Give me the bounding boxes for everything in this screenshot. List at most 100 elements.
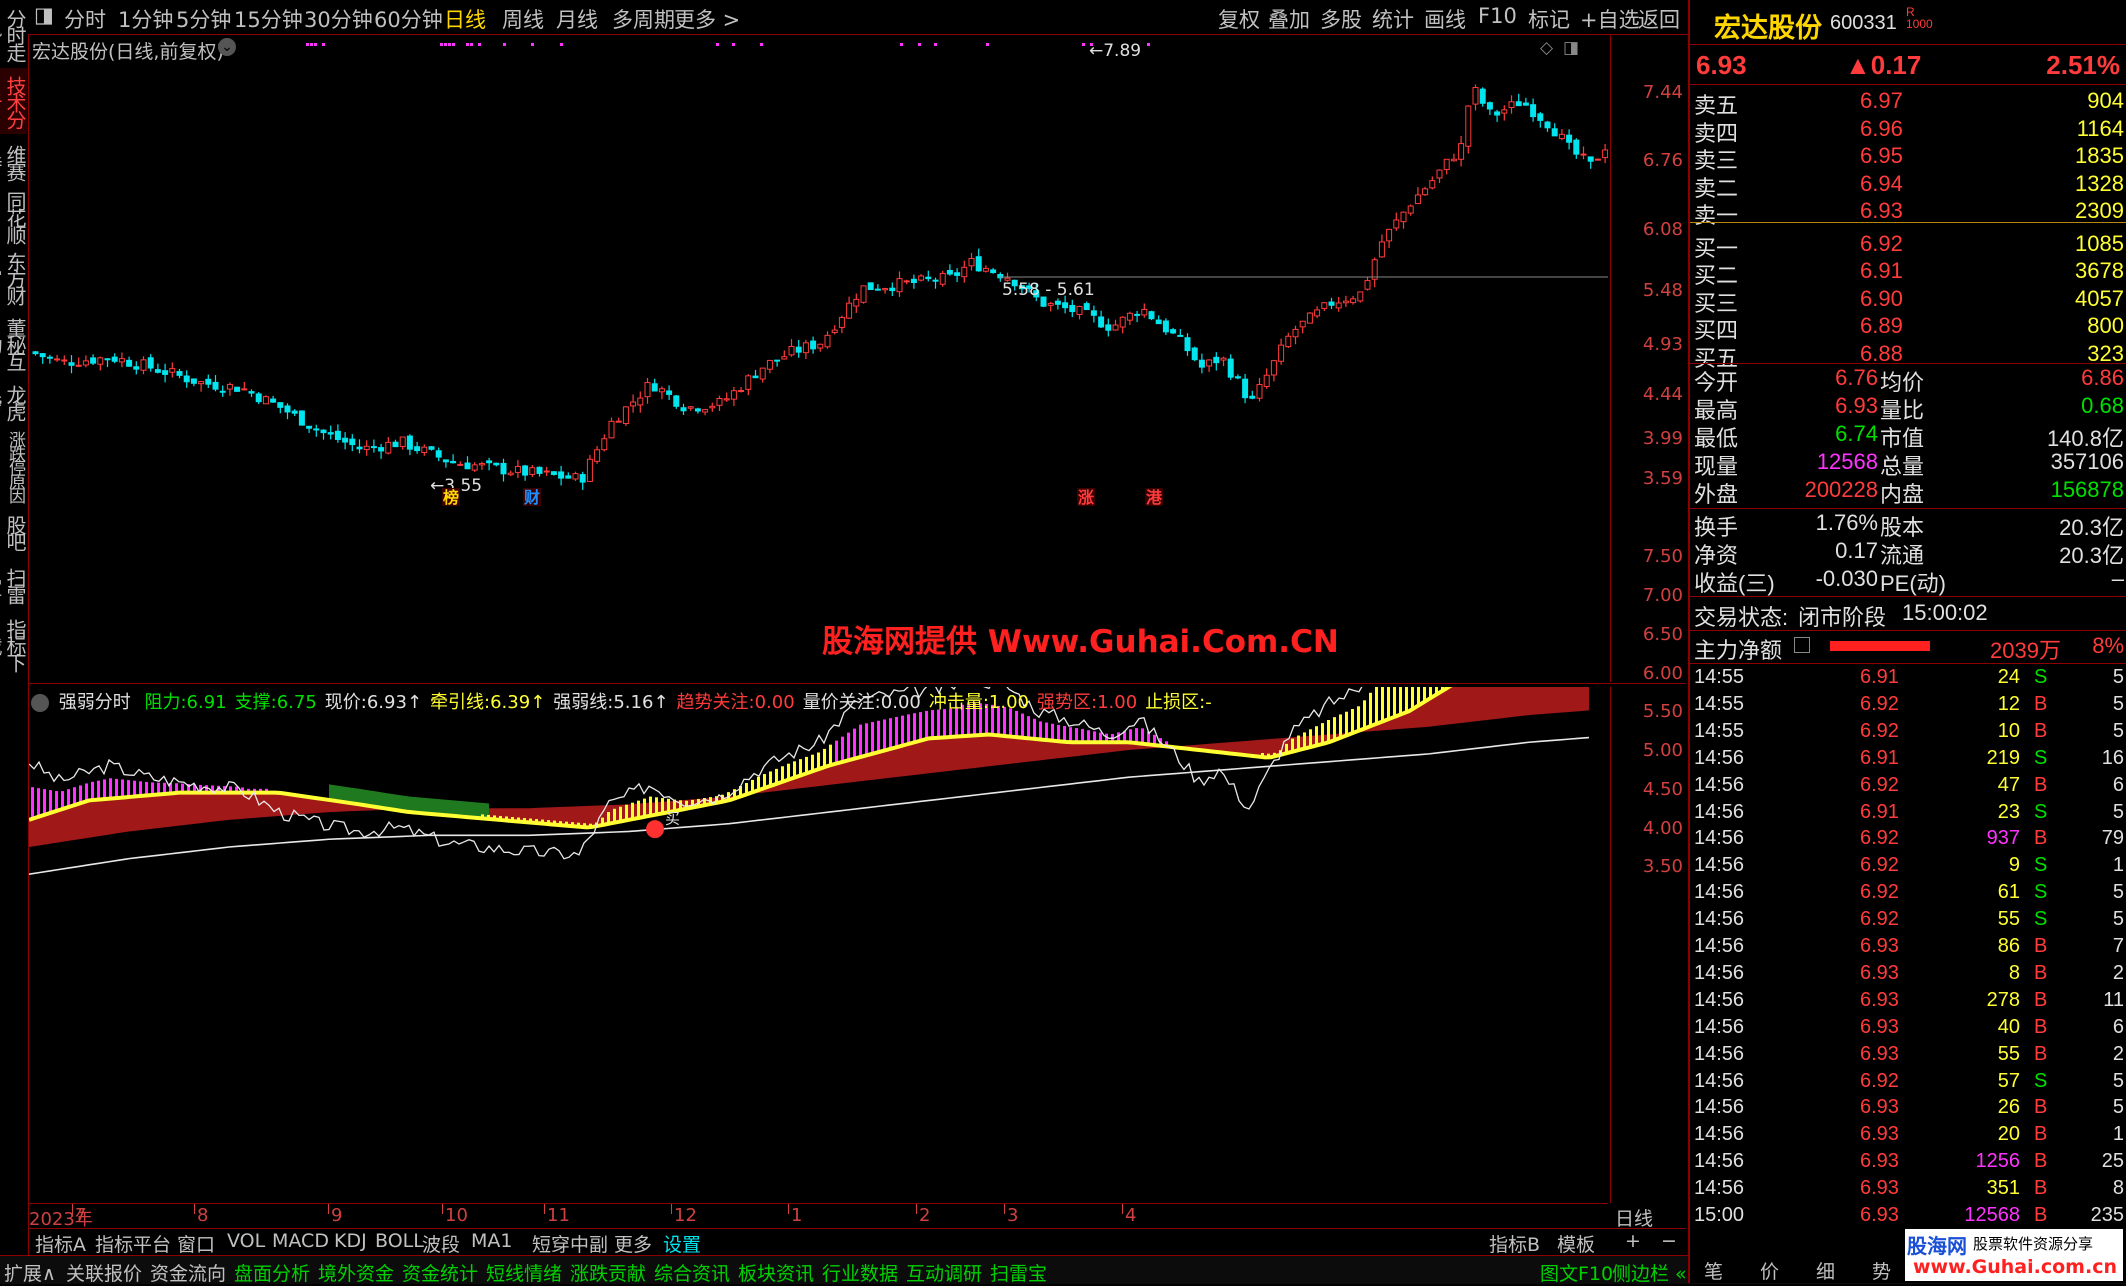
left-tab-7[interactable]: 涨跌停原因 [0, 430, 27, 502]
indicator-right-tab-0[interactable]: 指标B [1489, 1230, 1540, 1257]
period-tab-6[interactable]: 日线 [444, 4, 486, 34]
ext-tab-1[interactable]: 关联报价 [66, 1259, 142, 1286]
ext-tab-12[interactable]: 扫雷宝 [990, 1259, 1047, 1286]
window-menu-icon[interactable]: ◨ [34, 3, 54, 27]
candle [226, 382, 233, 396]
period-tab-1[interactable]: 1分钟 [118, 4, 173, 34]
ext-right-tab-0[interactable]: 图文F10 [1540, 1259, 1613, 1286]
left-tab-6[interactable]: 龙虎榜 [0, 378, 27, 426]
current-price: 6.93 [1696, 50, 1747, 80]
ext-tab-6[interactable]: 短线情绪 [486, 1259, 562, 1286]
stat-row: 今开 6.76 均价 6.86 [1690, 365, 2126, 395]
bid-row[interactable]: 买一 6.92 1085 [1690, 231, 2126, 261]
toolbar-action-2[interactable]: 多股 [1320, 4, 1362, 34]
indicator-tab-4[interactable]: MACD [272, 1230, 329, 1252]
diamond-icon[interactable]: ◇ [1540, 38, 1553, 58]
ask-row[interactable]: 卖四 6.96 1164 [1690, 116, 2126, 146]
period-tab-3[interactable]: 15分钟 [234, 4, 303, 34]
stock-name: 宏达股份 [1714, 13, 1822, 43]
indicator-options-icon[interactable] [31, 694, 49, 712]
indicator-right-tab-3[interactable]: − [1661, 1230, 1677, 1252]
candle [565, 472, 572, 479]
indicator-right-tab-1[interactable]: 模板 [1557, 1230, 1595, 1257]
bid-row[interactable]: 买四 6.89 800 [1690, 313, 2126, 343]
ext-tab-5[interactable]: 资金统计 [402, 1259, 478, 1286]
ask-row[interactable]: 卖三 6.95 1835 [1690, 143, 2126, 173]
left-tab-8[interactable]: 股吧 [0, 508, 27, 556]
indicator-tab-7[interactable]: 波段 [422, 1230, 460, 1257]
quote-tab-2[interactable]: 细 [1816, 1257, 1835, 1284]
ext-tab-9[interactable]: 板块资讯 [738, 1259, 814, 1286]
ext-right-tab-1[interactable]: 侧边栏 « [1612, 1259, 1687, 1286]
indicator-tab-9[interactable]: 短穿中副 [532, 1230, 608, 1257]
left-tab-5[interactable]: 董秘互动 [0, 312, 27, 374]
toolbar-action-8[interactable]: 返回 [1638, 4, 1680, 34]
indicator-tab-6[interactable]: BOLL [375, 1230, 424, 1252]
period-tab-9[interactable]: 多周期 [612, 4, 675, 34]
ext-tab-0[interactable]: 扩展∧ [4, 1259, 56, 1286]
period-tab-8[interactable]: 月线 [556, 4, 598, 34]
indicator-tab-10[interactable]: 更多 [614, 1230, 652, 1257]
indicator-tab-2[interactable]: 窗口 [177, 1230, 215, 1257]
indicator-tab-3[interactable]: VOL [227, 1230, 265, 1252]
period-tab-10[interactable]: 更多 > [674, 4, 740, 34]
period-tab-0[interactable]: 分时 [64, 4, 106, 34]
strength-bar [121, 779, 124, 798]
candle [1378, 234, 1385, 258]
left-tab-4[interactable]: 东方财富 [0, 245, 27, 309]
main-kline-chart[interactable]: ←7.89 ←3.55 5.58 - 5.61 榜财涨港 [29, 35, 1609, 682]
tick-row: 14:56 6.93 351 B 8 [1690, 1177, 2126, 1203]
toolbar-action-5[interactable]: F10 [1478, 4, 1517, 28]
period-tab-7[interactable]: 周线 [502, 4, 544, 34]
toolbar-action-4[interactable]: 画线 [1424, 4, 1466, 34]
bid-row[interactable]: 买二 6.91 3678 [1690, 258, 2126, 288]
candle [630, 394, 637, 413]
toolbar-action-1[interactable]: 叠加 [1268, 4, 1310, 34]
bid-row[interactable]: 买三 6.90 4057 [1690, 286, 2126, 316]
indicator-header: 强弱分时 阻力:6.91 支撑:6.75 现价:6.93↑ 牵引线:6.39↑ 强弱线:… [31, 688, 1601, 714]
quote-tab-3[interactable]: 势 [1872, 1257, 1891, 1284]
panel-toggle-icon[interactable]: ◨ [1563, 38, 1579, 58]
left-tab-2[interactable]: 维赛特 [0, 138, 27, 186]
toolbar-action-7[interactable]: +自选 [1580, 4, 1640, 34]
quote-tab-0[interactable]: 笔 [1704, 1257, 1723, 1284]
ext-tab-8[interactable]: 综合资讯 [654, 1259, 730, 1286]
indicator-tab-0[interactable]: 指标A [35, 1230, 86, 1257]
ext-tab-10[interactable]: 行业数据 [822, 1259, 898, 1286]
indicator-param-value: 1.00 [988, 692, 1029, 713]
ask-row[interactable]: 卖五 6.97 904 [1690, 88, 2126, 118]
indicator-tab-8[interactable]: MA1 [471, 1230, 512, 1252]
indicator-tab-5[interactable]: KDJ [334, 1230, 367, 1252]
indicator-tab-11[interactable]: 设置 [663, 1230, 701, 1257]
left-tab-0[interactable]: 分时走势 [0, 4, 27, 64]
period-tab-4[interactable]: 30分钟 [304, 4, 373, 34]
period-tab-2[interactable]: 5分钟 [176, 4, 231, 34]
indicator-right-tab-2[interactable]: + [1625, 1230, 1641, 1252]
left-tab-9[interactable]: 扫雷宝 [0, 560, 27, 610]
tick-price: 6.91 [1860, 746, 1899, 769]
ext-tab-2[interactable]: 资金流向 [150, 1259, 226, 1286]
indicator-param-label: 现价: [324, 692, 367, 713]
left-tab-1[interactable]: 技术分析 [0, 68, 27, 134]
toolbar-action-0[interactable]: 复权 [1218, 4, 1260, 34]
ext-tab-4[interactable]: 境外资金 [318, 1259, 394, 1286]
tick-volume: 1256 [1975, 1150, 2021, 1173]
quote-tab-1[interactable]: 价 [1760, 1257, 1779, 1284]
indicator-param-value: 0.00 [754, 692, 795, 713]
indicator-chart[interactable]: ★卖★卖买 [28, 541, 1609, 1203]
left-tab-3[interactable]: 同花顺 [0, 190, 27, 242]
strength-bar [1051, 723, 1054, 741]
period-tab-5[interactable]: 60分钟 [374, 4, 443, 34]
candle [298, 410, 305, 426]
toolbar-action-6[interactable]: 标记 [1528, 4, 1570, 34]
ask-row[interactable]: 卖二 6.94 1328 [1690, 171, 2126, 201]
expand-icon[interactable] [1794, 637, 1810, 653]
ext-tab-7[interactable]: 涨跌贡献 [570, 1259, 646, 1286]
left-tab-10[interactable]: 指标下载 [0, 615, 27, 673]
chart-options-icon[interactable]: ⌄ [218, 38, 236, 56]
ext-tab-3[interactable]: 盘面分析 [234, 1259, 310, 1286]
ext-tab-11[interactable]: 互动调研 [906, 1259, 982, 1286]
toolbar-action-3[interactable]: 统计 [1372, 4, 1414, 34]
ask-row[interactable]: 卖一 6.93 2309 [1690, 198, 2126, 228]
indicator-tab-1[interactable]: 指标平台 [95, 1230, 171, 1257]
